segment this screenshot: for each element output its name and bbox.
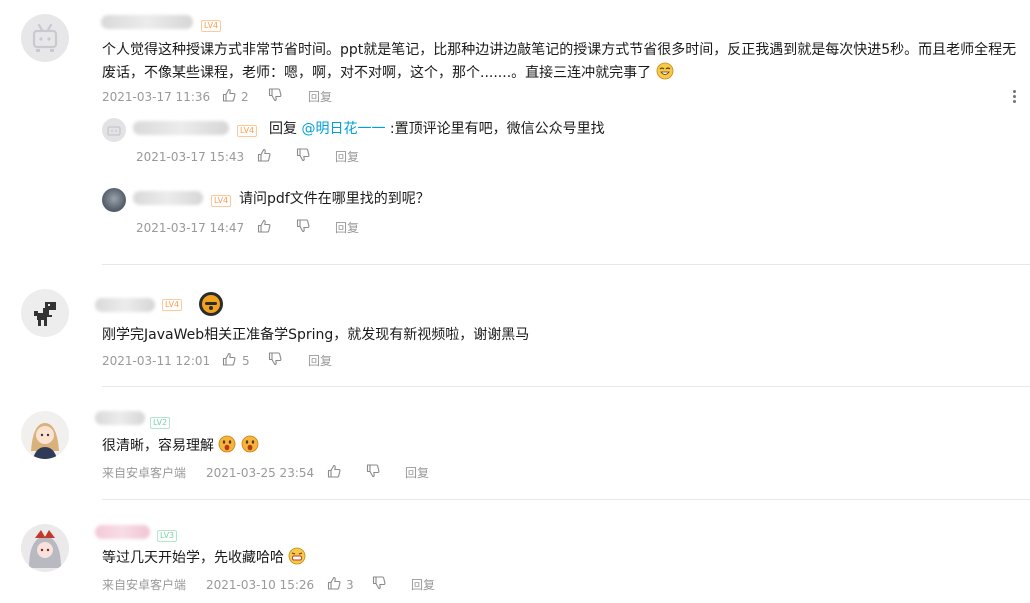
comment-text: 废话，不像某些课程，老师：嗯，啊，对不对啊，这个，那个.......。直接三连冲… xyxy=(102,61,674,85)
username[interactable] xyxy=(101,15,193,29)
comment-text: 很清晰，容易理解 xyxy=(102,434,259,458)
comment-text: 个人觉得这种授课方式非常节省时间。ppt就是笔记，比那种边讲边敲笔记的授课方式节… xyxy=(102,42,1017,58)
like-icon[interactable] xyxy=(327,464,341,478)
comment-text: 刚学完JavaWeb相关正准备学Spring，就发现有新视频啦，谢谢黑马 xyxy=(102,327,530,343)
reply-button[interactable]: 回复 xyxy=(335,149,359,165)
reply-text: 请问pdf文件在哪里找的到呢？ xyxy=(239,191,430,207)
username[interactable] xyxy=(95,411,145,425)
level-badge: LV2 xyxy=(150,417,171,429)
dislike-icon[interactable] xyxy=(372,576,386,590)
username[interactable] xyxy=(133,191,203,205)
grin-emoji-icon xyxy=(289,547,306,565)
level-badge: LV4 xyxy=(201,20,222,32)
user-avatar[interactable] xyxy=(102,118,126,142)
like-count: 5 xyxy=(242,354,250,368)
comment-text-line: 废话，不像某些课程，老师：嗯，啊，对不对啊，这个，那个.......。直接三连冲… xyxy=(102,65,652,81)
comment-time: 2021-03-17 11:36 xyxy=(102,90,211,104)
anime-avatar-icon xyxy=(29,530,61,568)
like-icon[interactable] xyxy=(257,148,271,162)
level-badge: LV4 xyxy=(162,299,183,311)
laugh-emoji-icon xyxy=(656,62,674,80)
divider xyxy=(102,386,1030,387)
dinosaur-icon xyxy=(34,302,56,326)
dislike-icon[interactable] xyxy=(366,464,380,478)
username[interactable] xyxy=(95,298,155,312)
reply-button[interactable]: 回复 xyxy=(308,353,332,369)
reply-button[interactable]: 回复 xyxy=(335,220,359,236)
user-avatar[interactable] xyxy=(102,188,126,212)
dislike-icon[interactable] xyxy=(268,352,282,366)
like-count: 2 xyxy=(241,90,249,104)
like-icon[interactable] xyxy=(222,352,236,366)
reply-text: 回复 @明日花一一 :置顶评论里有吧，微信公众号里找 xyxy=(269,117,605,141)
reply-button[interactable]: 回复 xyxy=(411,577,435,593)
reply-time: 2021-03-17 14:47 xyxy=(136,221,245,235)
dislike-icon[interactable] xyxy=(296,219,310,233)
divider xyxy=(102,264,1030,265)
anime-avatar-icon xyxy=(31,423,59,459)
like-icon[interactable] xyxy=(222,88,236,102)
like-icon[interactable] xyxy=(327,576,341,590)
user-avatar[interactable] xyxy=(21,524,69,572)
username[interactable] xyxy=(133,121,229,135)
user-avatar[interactable] xyxy=(21,289,69,337)
mention-link[interactable]: @明日花一一 xyxy=(301,121,385,137)
comment-time: 2021-03-11 12:01 xyxy=(102,354,211,368)
vip-badge-icon xyxy=(199,292,223,316)
comment-text-line: 等过几天开始学，先收藏哈哈 xyxy=(102,550,284,566)
comment-time: 2021-03-25 23:54 xyxy=(206,466,315,480)
reply-button[interactable]: 回复 xyxy=(405,465,429,481)
level-badge: LV4 xyxy=(237,125,258,137)
level-badge: LV3 xyxy=(157,530,178,542)
shocked-emoji-icon xyxy=(219,435,236,453)
dislike-icon[interactable] xyxy=(296,148,310,162)
client-source: 来自安卓客户端 xyxy=(102,578,187,592)
comment-text-line: 很清晰，容易理解 xyxy=(102,438,214,454)
user-avatar[interactable] xyxy=(21,411,69,459)
bilibili-tv-icon xyxy=(107,126,121,136)
reply-button[interactable]: 回复 xyxy=(308,89,332,105)
divider xyxy=(102,499,1030,500)
client-source: 来自安卓客户端 xyxy=(102,466,187,480)
dislike-icon[interactable] xyxy=(268,88,282,102)
comment-text: 等过几天开始学，先收藏哈哈 xyxy=(102,546,306,570)
reply-prefix: 回复 xyxy=(269,121,302,137)
bilibili-tv-icon xyxy=(32,23,58,52)
like-count: 3 xyxy=(346,578,354,592)
username[interactable] xyxy=(95,525,150,539)
level-badge: LV4 xyxy=(211,195,232,207)
comment-time: 2021-03-10 15:26 xyxy=(206,578,315,592)
more-menu-icon[interactable] xyxy=(1013,90,1017,105)
user-avatar[interactable] xyxy=(21,14,69,62)
like-icon[interactable] xyxy=(257,219,271,233)
shocked-emoji-icon xyxy=(241,435,259,453)
reply-body: :置顶评论里有吧，微信公众号里找 xyxy=(385,121,605,137)
reply-time: 2021-03-17 15:43 xyxy=(136,150,245,164)
